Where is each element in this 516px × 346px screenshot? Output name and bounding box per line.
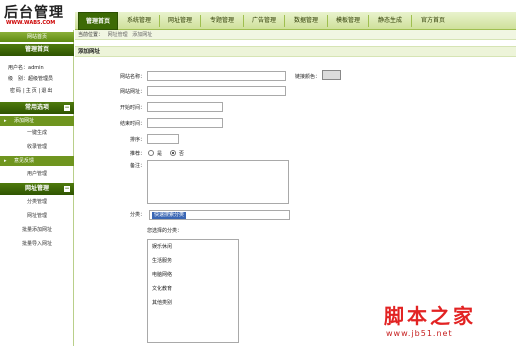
link-color-label: 链接颜色： — [294, 74, 320, 80]
recommend-label: 推荐： — [129, 151, 145, 157]
top-navigation: 管理首页 系统管理 网址管理 专题管理 广告管理 数据管理 模板管理 静态生成 … — [75, 0, 516, 30]
sidebar-item-users[interactable]: 用户管理 — [0, 169, 74, 179]
tab-topics[interactable]: 专题管理 — [201, 12, 243, 30]
sidebar-item-one-click-generate[interactable]: 一键生成 — [0, 128, 74, 138]
category-search-selected-text: 快速搜索分类 — [152, 212, 187, 219]
site-url-label: 网站网址： — [119, 89, 145, 95]
sidebar: 网站首页 管理首页 用户名：admin 级 别：超级管理员 密码|主页|退出 常… — [0, 30, 74, 346]
breadcrumb-item[interactable]: 网址管理 — [108, 32, 128, 38]
logo: 后台管理 WWW.WAB5.COM — [0, 0, 75, 30]
role-label: 级 别：超级管理员 — [8, 76, 54, 82]
sort-label: 排序： — [129, 137, 145, 143]
collapse-icon[interactable]: − — [64, 186, 70, 192]
end-time-label: 结束时间： — [119, 121, 145, 127]
remark-textarea[interactable] — [147, 160, 289, 204]
recommend-no-label: 否 — [179, 151, 185, 157]
sidebar-item-categories[interactable]: 分类管理 — [0, 197, 74, 207]
tab-admin-home[interactable]: 管理首页 — [78, 12, 118, 30]
list-item[interactable]: 娱乐休闲 — [152, 243, 172, 250]
url-management-title: 网址管理 — [24, 185, 49, 192]
sidebar-item-url-manage[interactable]: 网址管理 — [0, 211, 74, 221]
start-time-label: 开始时间： — [119, 105, 145, 111]
tab-templates[interactable]: 模板管理 — [328, 12, 368, 30]
site-url-input[interactable] — [147, 86, 286, 96]
logo-title: 后台管理 — [4, 5, 64, 21]
common-options-title: 常用选项 — [24, 104, 49, 111]
category-listbox[interactable]: 娱乐休闲 生活服务 电脑网络 文化教育 其他类别 — [147, 239, 239, 343]
watermark-url: www.jb51.net — [386, 329, 453, 338]
arrow-right-icon: ▸ — [4, 158, 7, 164]
link-color-swatch[interactable] — [322, 70, 341, 80]
url-management-header[interactable]: 网址管理 − — [0, 183, 74, 195]
tab-urls[interactable]: 网址管理 — [160, 12, 200, 30]
logout-link[interactable]: 退出 — [41, 88, 53, 94]
arrow-right-icon: ▸ — [4, 118, 7, 124]
category-label: 分类： — [129, 212, 145, 218]
recommend-yes-label: 是 — [157, 151, 163, 157]
breadcrumb-item[interactable]: 添加网址 — [132, 32, 152, 38]
breadcrumb: 当前位置： 网址管理 添加网址 — [75, 30, 516, 40]
watermark-title: 脚本之家 — [384, 304, 476, 328]
end-time-input[interactable] — [147, 118, 223, 128]
tab-ads[interactable]: 广告管理 — [244, 12, 284, 30]
logo-url: WWW.WAB5.COM — [6, 20, 56, 26]
remark-label: 备注： — [129, 163, 145, 169]
list-item[interactable]: 电脑网络 — [152, 271, 172, 278]
tab-official-home[interactable]: 官方首页 — [412, 12, 454, 30]
recommend-no-radio[interactable] — [170, 150, 176, 156]
sort-input[interactable] — [147, 134, 179, 144]
list-item[interactable]: 文化教育 — [152, 285, 172, 292]
recommend-yes-radio[interactable] — [148, 150, 154, 156]
list-item[interactable]: 其他类别 — [152, 299, 172, 306]
common-options-header[interactable]: 常用选项 − — [0, 102, 74, 114]
start-time-input[interactable] — [147, 102, 223, 112]
sidebar-item-label: 添加网址 — [14, 118, 35, 124]
password-link[interactable]: 密码 — [10, 88, 22, 94]
main-content: 当前位置： 网址管理 添加网址 添加网址 网站名称： 链接颜色： 网站网址： 开… — [75, 30, 516, 346]
category-search-input[interactable]: 快速搜索分类 — [149, 210, 290, 220]
site-name-label: 网站名称： — [119, 74, 145, 80]
sidebar-item-label: 意见反馈 — [14, 158, 35, 164]
watermark: 脚本之家 www.jb51.net — [380, 300, 510, 344]
tab-system[interactable]: 系统管理 — [119, 12, 159, 30]
selected-categories-label: 您选择的分类： — [147, 228, 183, 234]
sidebar-item-add-url[interactable]: ▸ 添加网址 — [0, 116, 74, 126]
form-section-title: 添加网址 — [75, 46, 516, 57]
username-label: 用户名：admin — [8, 65, 44, 71]
homepage-link[interactable]: 主页 — [26, 88, 38, 94]
site-home-button[interactable]: 网站首页 — [0, 32, 74, 42]
list-item[interactable]: 生活服务 — [152, 257, 172, 264]
collapse-icon[interactable]: − — [64, 105, 70, 111]
breadcrumb-prefix: 当前位置： — [78, 32, 104, 38]
tab-static[interactable]: 静态生成 — [369, 12, 411, 30]
sidebar-item-batch-add[interactable]: 批量添加网址 — [0, 225, 74, 235]
admin-home-header[interactable]: 管理首页 — [0, 44, 74, 56]
user-links: 密码|主页|退出 — [10, 88, 54, 94]
sidebar-item-inclusion[interactable]: 收录管理 — [0, 142, 74, 152]
sidebar-item-batch-import[interactable]: 批量导入网址 — [0, 239, 74, 249]
sidebar-item-feedback[interactable]: ▸ 意见反馈 — [0, 156, 74, 166]
site-name-input[interactable] — [147, 71, 286, 81]
tab-data[interactable]: 数据管理 — [285, 12, 327, 30]
